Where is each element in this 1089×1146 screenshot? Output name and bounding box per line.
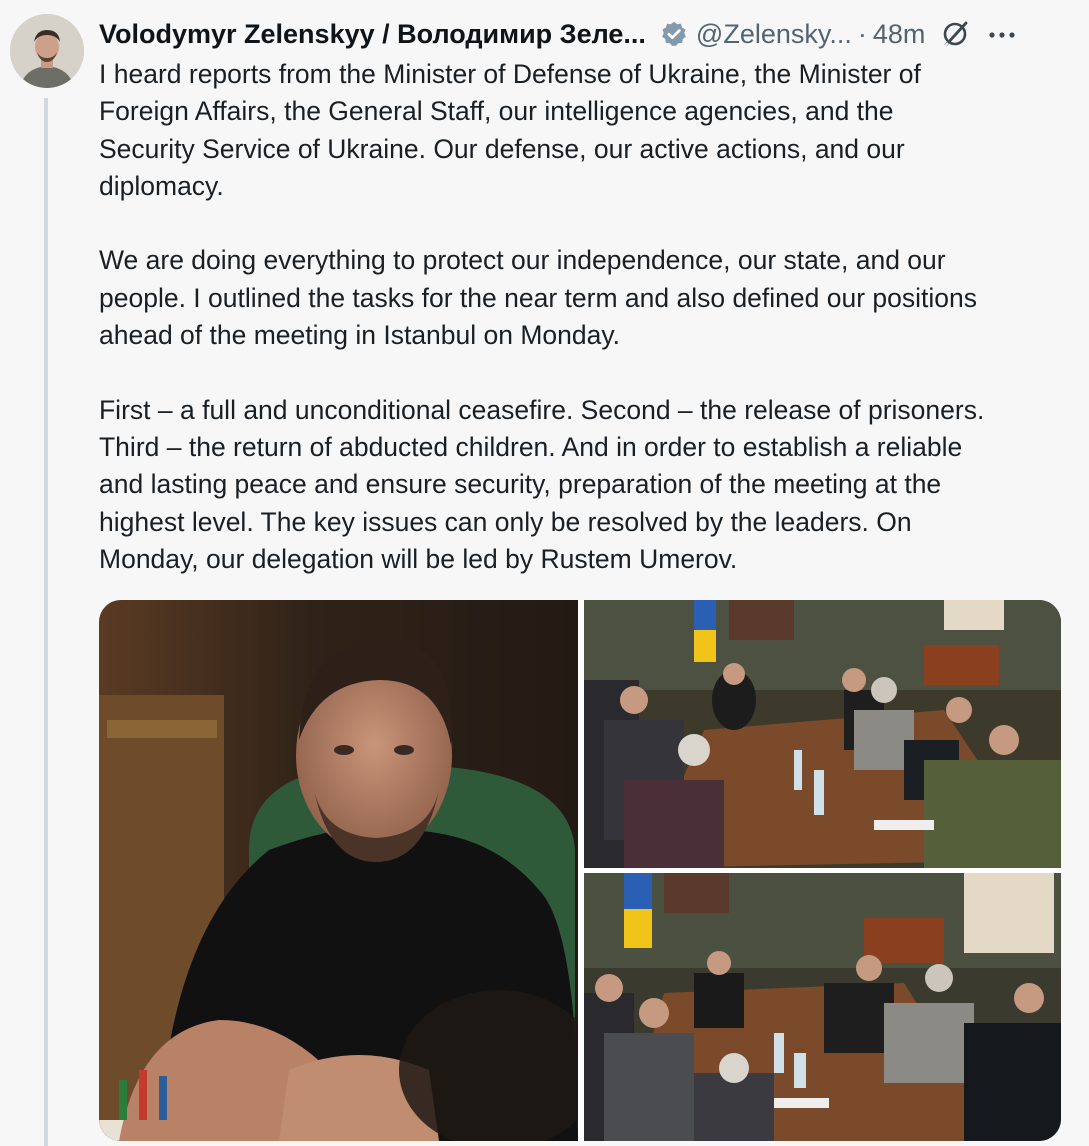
more-options-icon[interactable]: [985, 18, 1019, 50]
paragraph-2: We are doing everything to protect our i…: [99, 242, 1074, 354]
grok-icon[interactable]: [939, 18, 971, 50]
avatar[interactable]: [10, 14, 84, 88]
text-line: diplomacy.: [99, 170, 224, 201]
tweet-text: I heard reports from the Minister of Def…: [99, 56, 1074, 578]
timestamp[interactable]: 48m: [873, 19, 926, 50]
author-name[interactable]: Volodymyr Zelenskyy / Володимир Зеле...: [99, 19, 646, 50]
author-handle[interactable]: @Zelensky...: [696, 19, 852, 50]
paragraph-3: First – a full and unconditional ceasefi…: [99, 392, 1074, 578]
text-line: ahead of the meeting in Istanbul on Mond…: [99, 320, 621, 351]
text-line: Foreign Affairs, the General Staff, our …: [99, 96, 894, 127]
separator-dot: ·: [857, 18, 867, 49]
photo-portrait[interactable]: [99, 600, 578, 1141]
tweet-header: Volodymyr Zelenskyy / Володимир Зеле... …: [99, 14, 1075, 54]
verified-badge-icon[interactable]: [660, 20, 688, 48]
media-grid: [99, 600, 1061, 1141]
text-line: I heard reports from the Minister of Def…: [99, 59, 921, 89]
text-line: people. I outlined the tasks for the nea…: [99, 282, 977, 313]
text-line: Third – the return of abducted children.…: [99, 431, 963, 462]
text-line: Monday, our delegation will be led by Ru…: [99, 543, 738, 574]
photo-meeting-1[interactable]: [584, 600, 1061, 868]
text-line: We are doing everything to protect our i…: [99, 245, 946, 276]
text-line: and lasting peace and ensure security, p…: [99, 469, 942, 500]
text-line: Security Service of Ukraine. Our defense…: [99, 133, 905, 164]
paragraph-1: I heard reports from the Minister of Def…: [99, 56, 1074, 205]
text-line: First – a full and unconditional ceasefi…: [99, 394, 985, 425]
thread-line: [44, 98, 48, 1146]
photo-meeting-2[interactable]: [584, 873, 1061, 1141]
tweet[interactable]: Volodymyr Zelenskyy / Володимир Зеле... …: [0, 0, 1089, 1146]
text-line: highest level. The key issues can only b…: [99, 506, 912, 537]
